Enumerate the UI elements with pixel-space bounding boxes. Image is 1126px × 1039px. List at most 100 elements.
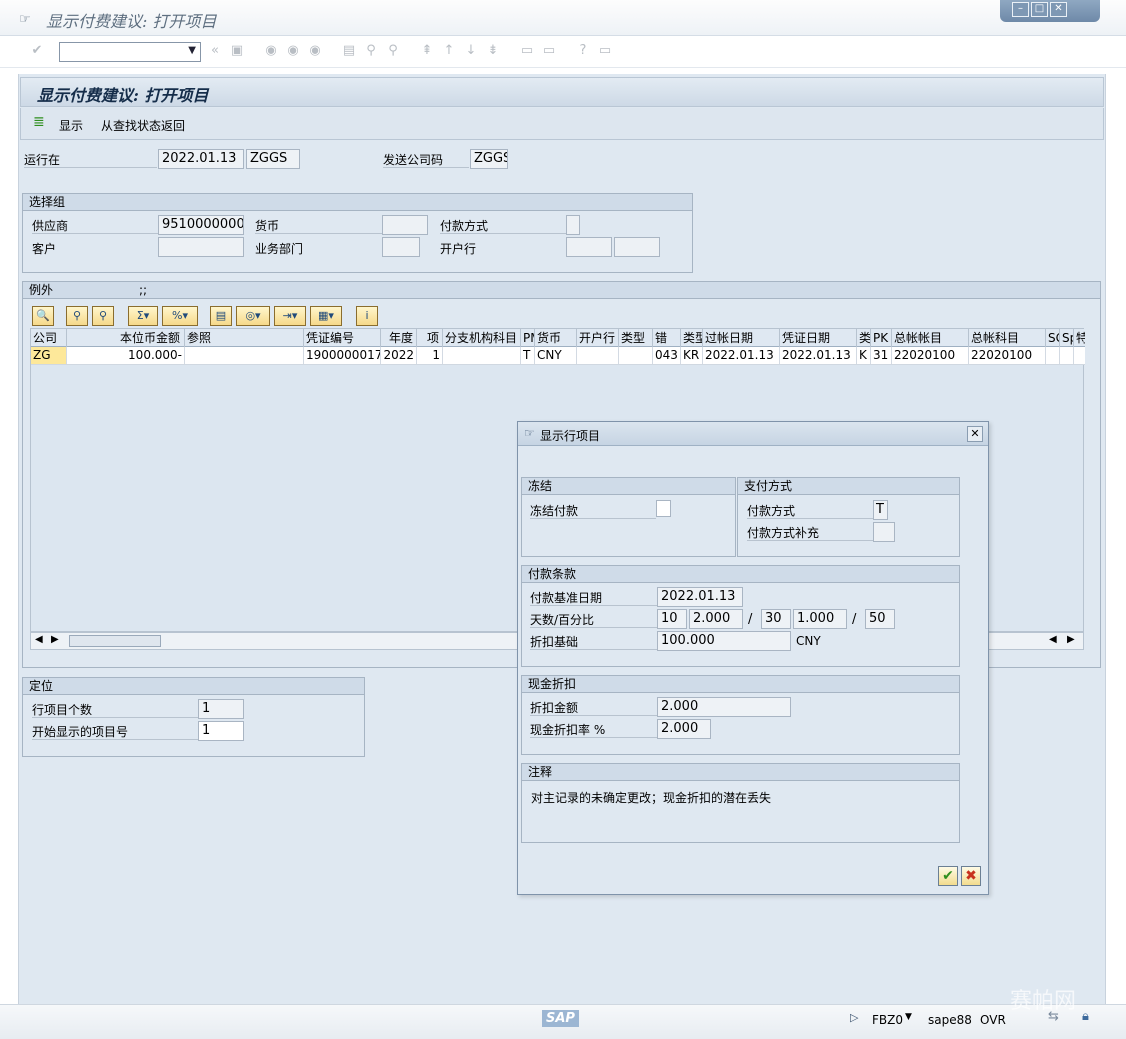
dialog-close-icon[interactable]: ✕ [967, 426, 983, 442]
column-header[interactable]: PK [871, 329, 892, 347]
table-cell[interactable]: 043 [653, 347, 681, 364]
save-icon[interactable]: ▣ [229, 43, 245, 59]
next-page-icon[interactable]: ↓ [463, 43, 479, 59]
column-header[interactable]: SG [1046, 329, 1060, 347]
status-expand-icon[interactable]: ▷ [850, 1011, 858, 1024]
display-button[interactable]: 显示 [59, 117, 83, 134]
column-header[interactable]: 本位币金额 [67, 329, 185, 347]
print-preview-button[interactable]: ▤ [210, 306, 232, 326]
find-next-icon[interactable]: ⚲ [385, 43, 401, 59]
table-cell[interactable] [443, 347, 521, 364]
column-header[interactable]: Sp [1060, 329, 1074, 347]
chevron-down-icon[interactable]: ▼ [905, 1012, 912, 1022]
column-header[interactable]: 参照 [185, 329, 304, 347]
column-header[interactable]: 年度 [381, 329, 417, 347]
scroll-left-end-icon[interactable]: ◀ [1049, 634, 1057, 645]
column-header[interactable]: 货币 [535, 329, 577, 347]
view-button[interactable]: ◎▾ [236, 306, 270, 326]
table-cell[interactable]: 22020100 [892, 347, 969, 364]
column-header[interactable]: 凭证编号 [304, 329, 381, 347]
table-cell[interactable]: 2022.01.13 [780, 347, 857, 364]
table-cell[interactable]: K [857, 347, 871, 364]
minimize-button[interactable]: – [1012, 2, 1029, 17]
close-window-button[interactable]: ✕ [1050, 2, 1067, 17]
shortcut-icon[interactable]: ▭ [541, 43, 557, 59]
column-header[interactable]: 过帐日期 [703, 329, 780, 347]
column-header[interactable]: 类 [857, 329, 871, 347]
table-row[interactable]: ZG 100.000- 1900000017 2022 1 T CNY 043 … [31, 347, 1085, 365]
table-cell[interactable]: ZG [31, 347, 67, 364]
table-cell[interactable]: 1 [417, 347, 443, 364]
sum-button[interactable]: Σ▾ [128, 306, 158, 326]
confirm-button[interactable]: ✔ [938, 866, 958, 886]
table-cell[interactable]: 100.000- [67, 347, 185, 364]
discount-base-label: 折扣基础 [530, 633, 657, 650]
column-header[interactable]: PM [521, 329, 535, 347]
customer-field [158, 237, 244, 257]
table-cell[interactable] [619, 347, 653, 364]
input-mode[interactable]: OVR [980, 1013, 1006, 1027]
back-icon[interactable]: ◉ [263, 43, 279, 59]
column-header[interactable]: 错 [653, 329, 681, 347]
new-session-icon[interactable]: ▭ [519, 43, 535, 59]
column-header[interactable]: 公司 [31, 329, 67, 347]
find-icon[interactable]: ⚲ [363, 43, 379, 59]
cancel-button[interactable]: ✖ [961, 866, 981, 886]
status-bar: SAP ▷ FBZ0 ▼ sape88 OVR ⇆ 🔒︎ 赛帕网 [0, 989, 1126, 1039]
discount-amount-label: 折扣金额 [530, 699, 657, 716]
details-button[interactable]: 🔍 [32, 306, 54, 326]
command-field[interactable]: ▼ [59, 42, 201, 62]
exit-icon[interactable]: ◉ [285, 43, 301, 59]
column-header[interactable]: 项 [417, 329, 443, 347]
column-header[interactable]: 总帐科目 [969, 329, 1046, 347]
find-next-button[interactable]: ⚲ [92, 306, 114, 326]
maximize-button[interactable]: □ [1031, 2, 1048, 17]
table-cell[interactable] [1074, 347, 1085, 364]
table-cell[interactable]: 2022 [381, 347, 417, 364]
transaction-code[interactable]: FBZ0 [872, 1013, 903, 1027]
find-button[interactable]: ⚲ [66, 306, 88, 326]
table-cell[interactable]: 1900000017 [304, 347, 381, 364]
discount-rate-label: 现金折扣率 % [530, 721, 657, 738]
column-header[interactable]: 分支机构科目 [443, 329, 521, 347]
column-header[interactable]: 凭证日期 [780, 329, 857, 347]
business-area-label: 业务部门 [255, 242, 304, 256]
print-icon[interactable]: ▤ [341, 43, 357, 59]
display-icon[interactable]: ≣ [33, 114, 45, 130]
table-cell[interactable]: CNY [535, 347, 577, 364]
table-cell[interactable]: T [521, 347, 535, 364]
info-button[interactable]: i [356, 306, 378, 326]
scroll-thumb[interactable] [69, 635, 161, 647]
column-header[interactable]: 特 [1074, 329, 1085, 347]
table-cell[interactable] [1046, 347, 1060, 364]
table-cell[interactable] [1060, 347, 1074, 364]
column-header[interactable]: 开户行 [577, 329, 619, 347]
table-cell[interactable] [577, 347, 619, 364]
return-button[interactable]: 从查找状态返回 [101, 117, 185, 134]
business-area-field [382, 237, 420, 257]
enter-icon[interactable]: ✔ [29, 43, 45, 59]
last-page-icon[interactable]: ⇟ [485, 43, 501, 59]
first-page-icon[interactable]: ⇞ [419, 43, 435, 59]
cancel-icon[interactable]: ◉ [307, 43, 323, 59]
first-item-field[interactable]: 1 [198, 721, 244, 741]
table-cell[interactable]: 31 [871, 347, 892, 364]
layout-icon[interactable]: ▭ [597, 43, 613, 59]
table-cell[interactable] [185, 347, 304, 364]
column-header[interactable]: 总帐帐目 [892, 329, 969, 347]
scroll-right-end-icon[interactable]: ▶ [1067, 634, 1075, 645]
chevron-down-icon[interactable]: ▼ [188, 45, 196, 56]
prev-page-icon[interactable]: ↑ [441, 43, 457, 59]
back-double-icon[interactable]: « [207, 43, 223, 59]
subtotal-button[interactable]: %▾ [162, 306, 198, 326]
layout-button[interactable]: ▦▾ [310, 306, 342, 326]
scroll-left-icon[interactable]: ◀ [35, 634, 43, 645]
column-header[interactable]: 类型 [681, 329, 703, 347]
table-cell[interactable]: KR [681, 347, 703, 364]
column-header[interactable]: 类型 [619, 329, 653, 347]
help-icon[interactable]: ? [575, 43, 591, 59]
table-cell[interactable]: 22020100 [969, 347, 1046, 364]
scroll-right-icon[interactable]: ▶ [51, 634, 59, 645]
table-cell[interactable]: 2022.01.13 [703, 347, 780, 364]
export-button[interactable]: ⇥▾ [274, 306, 306, 326]
